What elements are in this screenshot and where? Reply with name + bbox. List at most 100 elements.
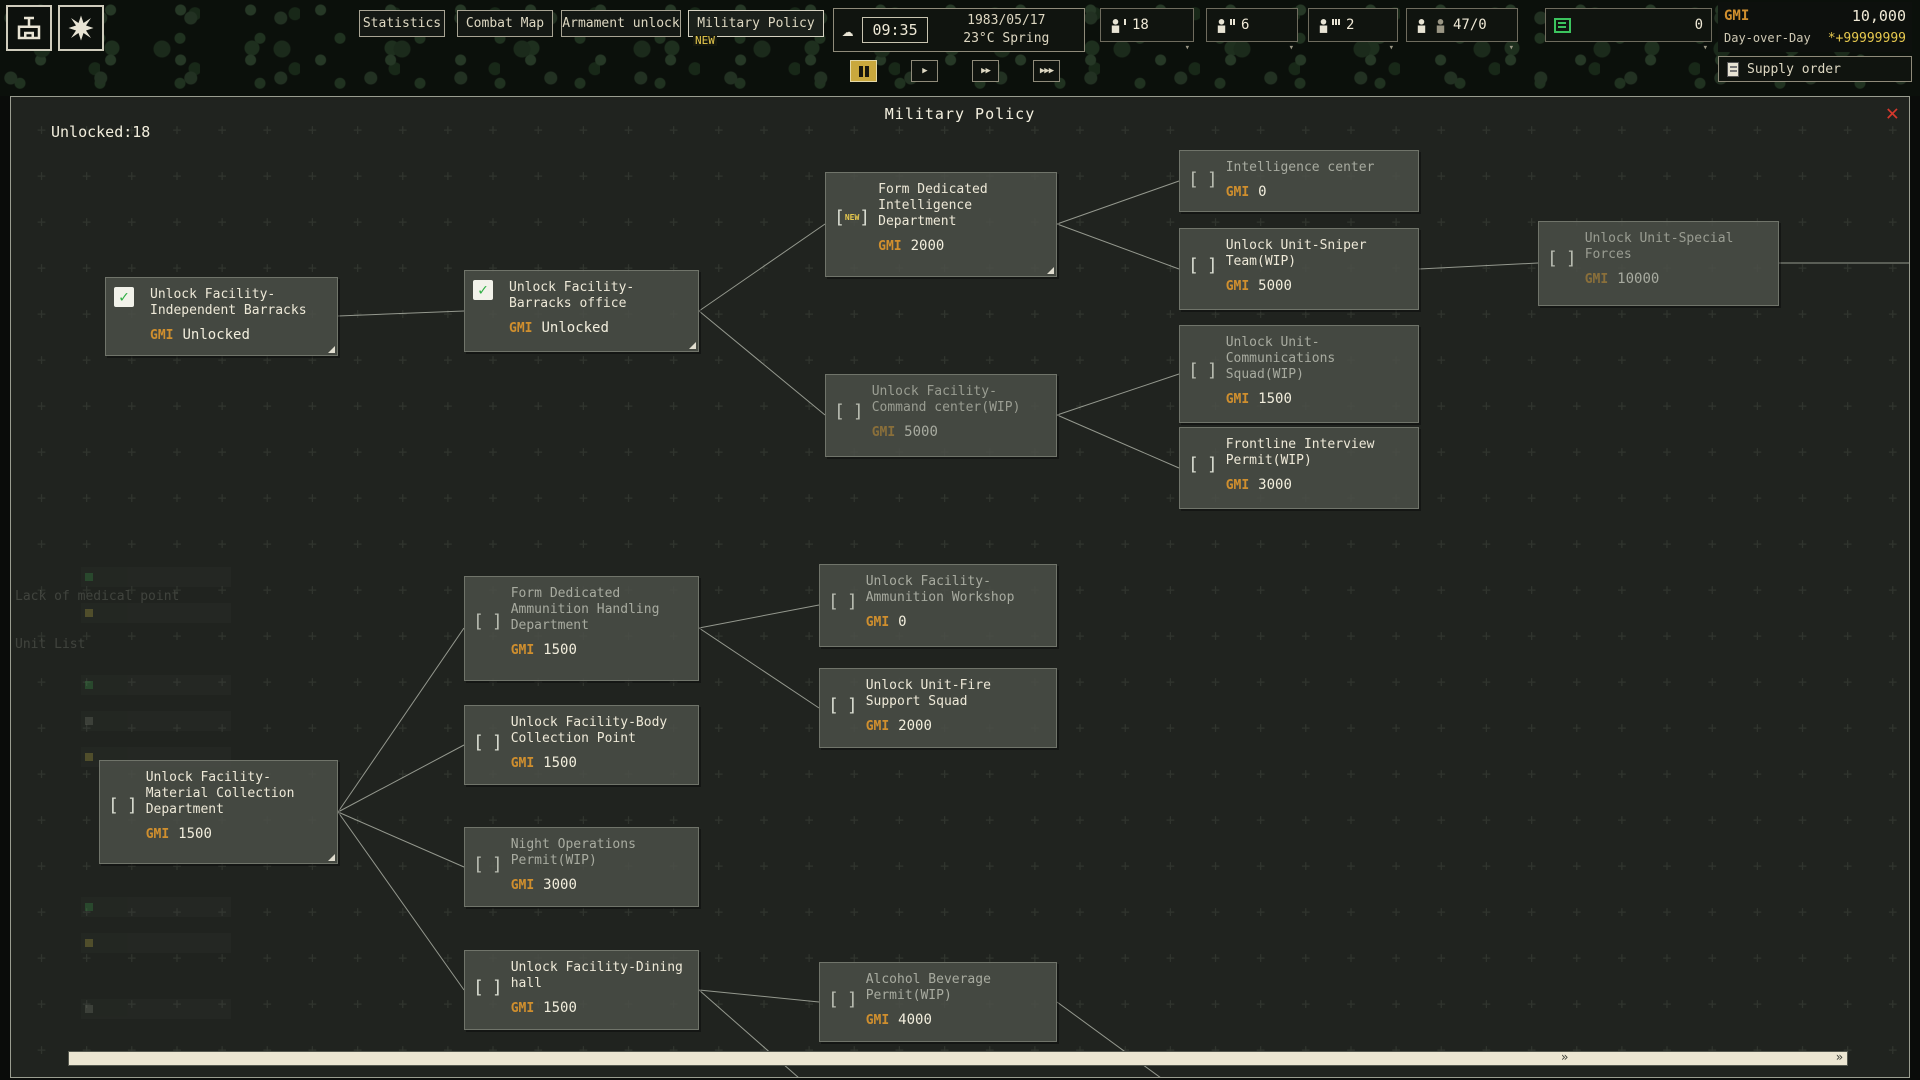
infantry-tier2-icon: [1215, 18, 1235, 33]
node-cost: GMIUnlocked: [150, 327, 329, 343]
tab-statistics[interactable]: Statistics: [359, 10, 445, 37]
infantry-tier3-icon: [1317, 18, 1340, 33]
node-cost: GMI0: [1226, 184, 1410, 200]
policy-node-intelligence-department[interactable]: [NEW] Form Dedicated Intelligence Depart…: [825, 172, 1057, 277]
checkbox-empty-icon: []: [1547, 231, 1577, 287]
policy-node-special-forces[interactable]: [] Unlock Unit-Special Forces GMI10000: [1538, 221, 1779, 306]
node-title: Unlock Unit-Special Forces: [1585, 231, 1759, 263]
panel-title: Military Policy: [11, 105, 1909, 123]
policy-node-independent-barracks[interactable]: ✓ Unlock Facility-Independent Barracks G…: [105, 277, 338, 356]
policy-node-alcohol-beverage[interactable]: [] Alcohol Beverage Permit(WIP) GMI4000: [819, 962, 1057, 1042]
checked-icon: ✓: [473, 280, 493, 300]
clock-panel: ☁ 09:35 1983/05/17 23°C Spring: [833, 8, 1085, 52]
day-over-day-value: *+99999999: [1828, 31, 1906, 46]
node-title: Form Dedicated Ammunition Handling Depar…: [511, 586, 685, 634]
node-cost: GMI10000: [1585, 271, 1770, 287]
pause-button[interactable]: [850, 60, 877, 82]
counter-manpower[interactable]: 47/0: [1406, 8, 1518, 42]
counter-value: 18: [1132, 17, 1185, 33]
new-checkbox-icon: [NEW]: [834, 182, 870, 254]
policy-node-material-collection[interactable]: [] Unlock Facility-Material Collection D…: [99, 760, 338, 864]
policy-node-communications-squad[interactable]: [] Unlock Unit-Communications Squad(WIP)…: [1179, 325, 1419, 423]
checkbox-empty-icon: []: [473, 960, 503, 1016]
checkbox-empty-icon: []: [1188, 335, 1218, 407]
policy-node-frontline-interview[interactable]: [] Frontline Interview Permit(WIP) GMI30…: [1179, 427, 1419, 509]
policy-node-body-collection[interactable]: [] Unlock Facility-Body Collection Point…: [464, 705, 699, 785]
node-cost: GMI1500: [1226, 391, 1410, 407]
counter-supply-tasks[interactable]: 0: [1545, 8, 1712, 42]
policy-node-barracks-office[interactable]: ✓ Unlock Facility-Barracks office GMIUnl…: [464, 270, 699, 352]
policy-node-ammunition-handling[interactable]: [] Form Dedicated Ammunition Handling De…: [464, 576, 699, 681]
pause-icon: [859, 66, 863, 77]
checkbox-empty-icon: []: [834, 384, 864, 440]
tab-military-policy[interactable]: Military Policy NEW: [688, 10, 824, 37]
corner-marker-icon: [689, 342, 696, 349]
node-title: Unlock Unit-Sniper Team(WIP): [1226, 238, 1400, 270]
season-display: 23°C Spring: [937, 30, 1076, 48]
node-cost: GMI0: [866, 614, 1048, 630]
policy-node-dining-hall[interactable]: [] Unlock Facility-Dining hall GMI1500: [464, 950, 699, 1030]
counter-infantry-tier1[interactable]: 18: [1100, 8, 1194, 42]
new-badge: NEW: [693, 35, 717, 46]
fast-forward-button[interactable]: ▶▶: [972, 60, 999, 82]
scroll-right-icon[interactable]: »: [1561, 1050, 1568, 1064]
checkbox-empty-icon: []: [473, 586, 503, 658]
checkbox-empty-icon: []: [828, 574, 858, 630]
fastest-forward-button[interactable]: ▶▶▶: [1033, 60, 1060, 82]
top-bar: Statistics Combat Map Armament unlock Mi…: [0, 0, 1920, 96]
manpower-reserve-icon: [1434, 18, 1447, 33]
tab-combat-map[interactable]: Combat Map: [457, 10, 553, 37]
checked-icon: ✓: [114, 287, 134, 307]
scroll-right-end-icon[interactable]: »: [1836, 1050, 1843, 1064]
policy-node-ammunition-workshop[interactable]: [] Unlock Facility-Ammunition Workshop G…: [819, 564, 1057, 647]
supply-order-label: Supply order: [1747, 62, 1841, 77]
node-cost: GMI3000: [511, 877, 690, 893]
node-cost: GMI2000: [878, 238, 1052, 254]
node-cost: GMI1500: [511, 755, 690, 771]
corner-marker-icon: [328, 346, 335, 353]
combat-event-icon: [66, 13, 96, 43]
counter-value: 0: [1577, 17, 1703, 33]
node-title: Unlock Facility-Command center(WIP): [872, 384, 1046, 416]
counter-value: 2: [1346, 17, 1389, 33]
node-cost: GMI4000: [866, 1012, 1048, 1028]
policy-node-sniper-team[interactable]: [] Unlock Unit-Sniper Team(WIP) GMI5000: [1179, 228, 1419, 310]
checkbox-empty-icon: []: [1188, 160, 1218, 200]
policy-node-fire-support-squad[interactable]: [] Unlock Unit-Fire Support Squad GMI200…: [819, 668, 1057, 748]
supply-board-icon: [1554, 18, 1571, 33]
tab-armament-unlock[interactable]: Armament unlock: [561, 10, 681, 37]
node-cost: GMI5000: [1226, 278, 1410, 294]
node-title: Form Dedicated Intelligence Department: [878, 182, 1052, 230]
day-over-day-label: Day-over-Day: [1724, 31, 1811, 45]
node-cost: GMI3000: [1226, 477, 1410, 493]
tab-label: Military Policy: [697, 16, 814, 31]
node-title: Unlock Facility-Body Collection Point: [511, 715, 685, 747]
time-display: 09:35: [862, 17, 927, 43]
policy-node-night-operations[interactable]: [] Night Operations Permit(WIP) GMI3000: [464, 827, 699, 907]
checkbox-empty-icon: []: [473, 837, 503, 893]
supply-order-button[interactable]: Supply order: [1718, 56, 1912, 82]
play-button[interactable]: ▶: [911, 60, 938, 82]
node-cost: GMIUnlocked: [509, 320, 690, 336]
node-title: Unlock Facility-Material Collection Depa…: [146, 770, 320, 818]
corner-marker-icon: [1047, 267, 1054, 274]
policy-node-command-center[interactable]: [] Unlock Facility-Command center(WIP) G…: [825, 374, 1057, 457]
node-title: Intelligence center: [1226, 160, 1400, 176]
checkbox-empty-icon: []: [1188, 437, 1218, 493]
policy-node-intelligence-center[interactable]: [] Intelligence center GMI0: [1179, 150, 1419, 212]
base-view-button[interactable]: [6, 5, 52, 51]
checkbox-empty-icon: []: [1188, 238, 1218, 294]
counter-infantry-tier3[interactable]: 2: [1308, 8, 1398, 42]
playback-controls: ▶ ▶▶ ▶▶▶: [850, 60, 1060, 82]
checkbox-empty-icon: []: [828, 678, 858, 734]
combat-view-button[interactable]: [58, 5, 104, 51]
counter-infantry-tier2[interactable]: 6: [1206, 8, 1298, 42]
close-icon[interactable]: ✕: [1886, 101, 1899, 126]
corner-marker-icon: [328, 854, 335, 861]
node-cost: GMI1500: [511, 642, 690, 658]
counter-value: 6: [1241, 17, 1289, 33]
horizontal-scrollbar[interactable]: » »: [68, 1051, 1848, 1066]
date-display: 1983/05/17: [937, 12, 1076, 30]
node-title: Frontline Interview Permit(WIP): [1226, 437, 1400, 469]
checkbox-empty-icon: []: [828, 972, 858, 1028]
